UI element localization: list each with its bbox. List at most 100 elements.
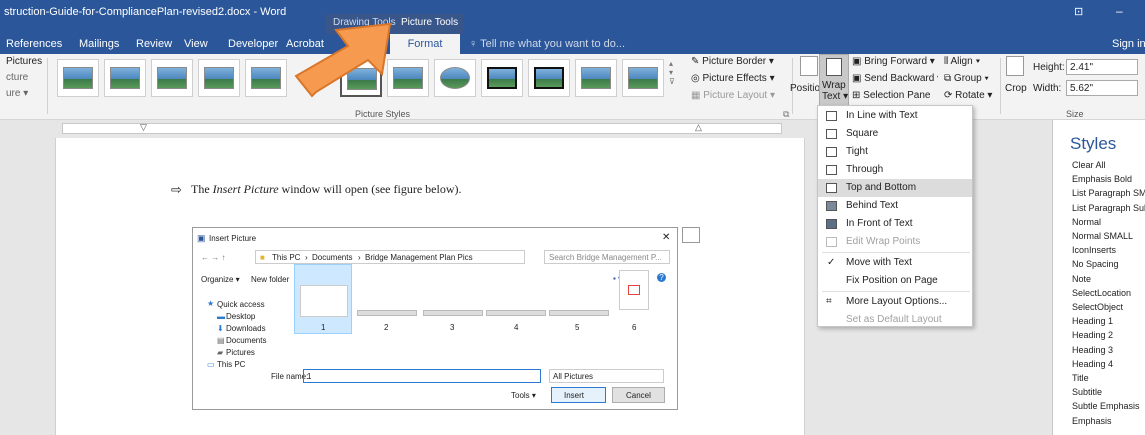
picture-border-button[interactable]: ✎ Picture Border ▾ (691, 56, 791, 67)
style-item[interactable]: List Paragraph SMA (1072, 188, 1145, 198)
file-type-select[interactable]: All Pictures (549, 369, 664, 383)
minimize-icon[interactable]: – (1116, 4, 1123, 18)
new-folder-button[interactable]: New folder (251, 275, 289, 284)
file-thumb-3[interactable] (423, 310, 483, 316)
wrap-in-front-of-text[interactable]: In Front of Text (818, 215, 972, 233)
layout-options-icon[interactable] (682, 227, 700, 243)
tab-view[interactable]: View (184, 38, 208, 50)
ribbon-left-item-1[interactable]: Pictures (6, 56, 42, 67)
style-item[interactable]: Heading 3 (1072, 345, 1113, 355)
style-item[interactable]: IconInserts (1072, 245, 1116, 255)
selection-pane-button[interactable]: ⊞ Selection Pane (852, 90, 938, 101)
group-button[interactable]: ⧉ Group ▾ (944, 73, 998, 84)
in-front-icon (826, 219, 837, 229)
send-backward-button[interactable]: ▣ Send Backward ▾ (852, 73, 938, 84)
rotate-button[interactable]: ⟳ Rotate ▾ (944, 90, 998, 101)
file-thumb-2[interactable] (357, 310, 417, 316)
picture-style-3[interactable] (151, 59, 193, 97)
fix-position-on-page[interactable]: Fix Position on Page (818, 272, 972, 290)
selection-pane-label: Selection Pane (863, 90, 931, 101)
picture-style-13[interactable] (622, 59, 664, 97)
style-item[interactable]: Emphasis (1072, 416, 1112, 426)
style-item[interactable]: Normal (1072, 217, 1101, 227)
organize-button[interactable]: Organize ▾ (201, 275, 240, 284)
ribbon-left-item-2[interactable]: cture (6, 72, 28, 83)
file-thumb-5[interactable] (549, 310, 609, 316)
file-thumb-label: 5 (575, 323, 580, 332)
tab-review[interactable]: Review (136, 38, 172, 50)
nav-downloads[interactable]: Downloads (226, 324, 266, 333)
align-button[interactable]: ⫴ Align ▾ (944, 56, 998, 67)
insert-button[interactable]: Insert (551, 387, 606, 403)
right-indent-icon[interactable]: △ (695, 122, 702, 133)
style-item[interactable]: Clear All (1072, 160, 1106, 170)
picture-style-2[interactable] (104, 59, 146, 97)
nav-desktop[interactable]: Desktop (226, 312, 255, 321)
dialog-launcher-icon[interactable]: ⧉ (783, 109, 789, 120)
style-item[interactable]: Title (1072, 373, 1089, 383)
ribbon-left-item-3[interactable]: ure ▾ (6, 88, 28, 99)
wrap-in-line-with-text[interactable]: In Line with Text (818, 107, 972, 125)
file-thumb-6[interactable] (619, 270, 649, 310)
dialog-close-icon[interactable]: ✕ (662, 232, 670, 243)
indent-marker-icon[interactable]: ▽ (140, 122, 147, 133)
move-with-text[interactable]: ✓ Move with Text (818, 254, 972, 272)
style-item[interactable]: Normal SMALL (1072, 231, 1133, 241)
file-name-input[interactable]: 1 (303, 369, 541, 383)
nav-quick-access[interactable]: Quick access (217, 300, 265, 309)
address-bar[interactable]: ■ This PC › Documents › Bridge Managemen… (255, 250, 525, 264)
style-item[interactable]: Subtle Emphasis (1072, 401, 1140, 411)
picture-style-9[interactable] (434, 59, 476, 97)
search-field[interactable]: Search Bridge Management P... (544, 250, 670, 264)
picture-effects-button[interactable]: ◎ Picture Effects ▾ (691, 73, 791, 84)
ribbon-display-icon[interactable]: ⊡ (1074, 5, 1083, 18)
tab-references[interactable]: References (6, 38, 62, 50)
breadcrumb-folder[interactable]: Bridge Management Plan Pics (365, 253, 473, 262)
sign-in-link[interactable]: Sign in (1112, 38, 1145, 50)
crop-button[interactable]: Crop (1005, 83, 1027, 94)
wrap-behind-text[interactable]: Behind Text (818, 197, 972, 215)
style-item[interactable]: Emphasis Bold (1072, 174, 1132, 184)
height-field[interactable]: 2.41" (1066, 59, 1138, 75)
style-item[interactable]: Heading 4 (1072, 359, 1113, 369)
style-item[interactable]: List Paragraph Subs (1072, 203, 1145, 213)
wrap-top-and-bottom[interactable]: Top and Bottom (818, 179, 972, 197)
picture-style-5[interactable] (245, 59, 287, 97)
style-item[interactable]: Heading 1 (1072, 316, 1113, 326)
wrap-text-button[interactable]: Wrap Text ▾ (819, 54, 849, 112)
back-forward-icon[interactable]: ← → ↑ (201, 253, 225, 262)
help-icon[interactable]: ? (657, 273, 666, 282)
style-item[interactable]: SelectObject (1072, 302, 1123, 312)
nav-documents[interactable]: Documents (226, 336, 266, 345)
picture-style-10[interactable] (481, 59, 523, 97)
style-item[interactable]: SelectLocation (1072, 288, 1131, 298)
file-thumb-selected[interactable]: 1 (294, 264, 352, 334)
style-item[interactable]: Subtitle (1072, 387, 1102, 397)
picture-style-1[interactable] (57, 59, 99, 97)
wrap-square[interactable]: Square (818, 125, 972, 143)
picture-style-4[interactable] (198, 59, 240, 97)
nav-this-pc[interactable]: This PC (217, 360, 245, 369)
picture-layout-button[interactable]: ▦ Picture Layout ▾ (691, 90, 791, 101)
style-item[interactable]: Heading 2 (1072, 330, 1113, 340)
picture-style-11[interactable] (528, 59, 570, 97)
cancel-button[interactable]: Cancel (612, 387, 665, 403)
wrap-tight[interactable]: Tight (818, 143, 972, 161)
tab-developer[interactable]: Developer (228, 38, 278, 50)
width-field[interactable]: 5.62" (1066, 80, 1138, 96)
picture-style-12[interactable] (575, 59, 617, 97)
more-layout-options[interactable]: ⌗ More Layout Options... (818, 293, 972, 311)
style-item[interactable]: No Spacing (1072, 259, 1119, 269)
tell-me-search[interactable]: ♀ Tell me what you want to do... (469, 38, 625, 50)
tab-mailings[interactable]: Mailings (79, 38, 119, 50)
bring-forward-button[interactable]: ▣ Bring Forward ▾ (852, 56, 938, 67)
breadcrumb-this-pc[interactable]: This PC (272, 253, 300, 262)
tools-button[interactable]: Tools ▾ (511, 391, 536, 400)
style-item[interactable]: Note (1072, 274, 1091, 284)
file-thumb-4[interactable] (486, 310, 546, 316)
gallery-scroll-icon[interactable]: ▴ ▾ ⊽ (669, 59, 675, 86)
nav-pictures[interactable]: Pictures (226, 348, 255, 357)
computer-icon: ▭ (207, 360, 215, 369)
breadcrumb-documents[interactable]: Documents (312, 253, 352, 262)
wrap-through[interactable]: Through (818, 161, 972, 179)
